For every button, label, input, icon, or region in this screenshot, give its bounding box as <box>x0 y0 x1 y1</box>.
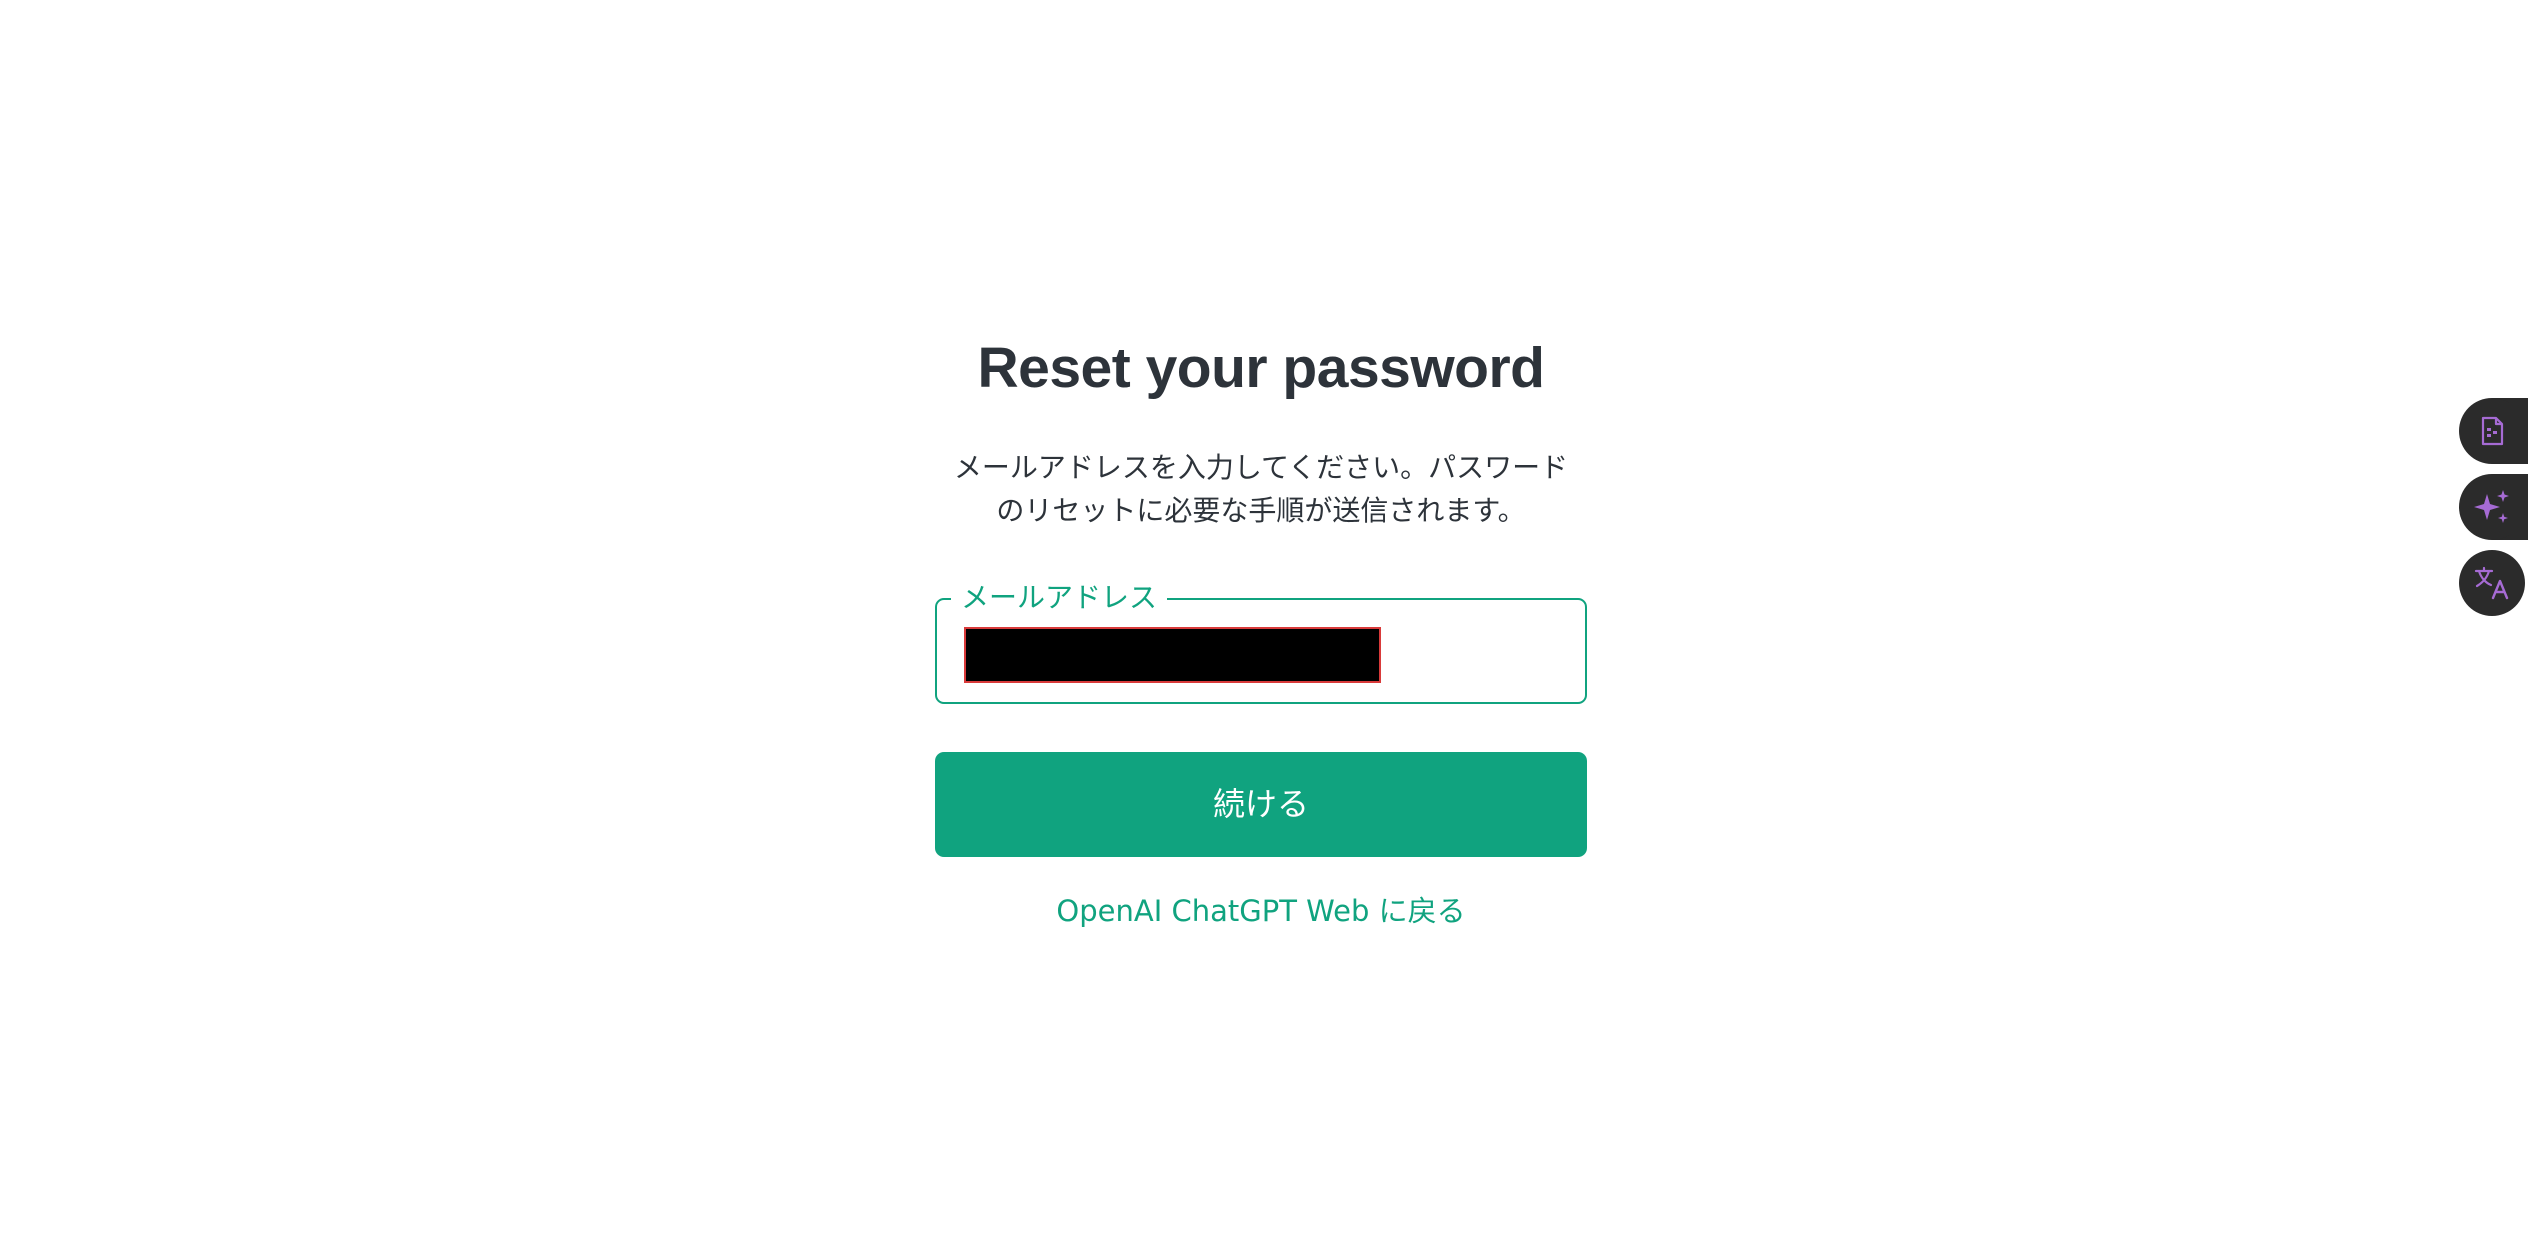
translate-icon <box>2474 566 2509 600</box>
instructions-line-2: のリセットに必要な手順が送信されます。 <box>996 494 1526 527</box>
translate-tool-button[interactable] <box>2459 550 2528 616</box>
email-input[interactable] <box>964 627 1381 683</box>
document-tool-button[interactable] <box>2459 398 2528 464</box>
page-title: Reset your password <box>977 336 1545 400</box>
email-field: メールアドレス <box>935 578 1587 704</box>
email-field-label: メールアドレス <box>951 578 1168 618</box>
side-toolbar <box>2459 398 2528 626</box>
instructions-text: メールアドレスを入力してください。パスワード のリセットに必要な手順が送信されま… <box>931 446 1591 532</box>
sparkle-icon <box>2474 490 2509 523</box>
continue-button[interactable]: 続ける <box>935 752 1587 857</box>
reset-password-page: Reset your password メールアドレスを入力してください。パスワ… <box>0 0 2528 1242</box>
instructions-line-1: メールアドレスを入力してください。パスワード <box>953 451 1569 484</box>
reset-password-card: Reset your password メールアドレスを入力してください。パスワ… <box>935 330 1587 931</box>
ai-assist-tool-button[interactable] <box>2459 474 2528 540</box>
back-to-chatgpt-link[interactable]: OpenAI ChatGPT Web に戻る <box>935 891 1587 931</box>
document-icon <box>2481 416 2504 446</box>
